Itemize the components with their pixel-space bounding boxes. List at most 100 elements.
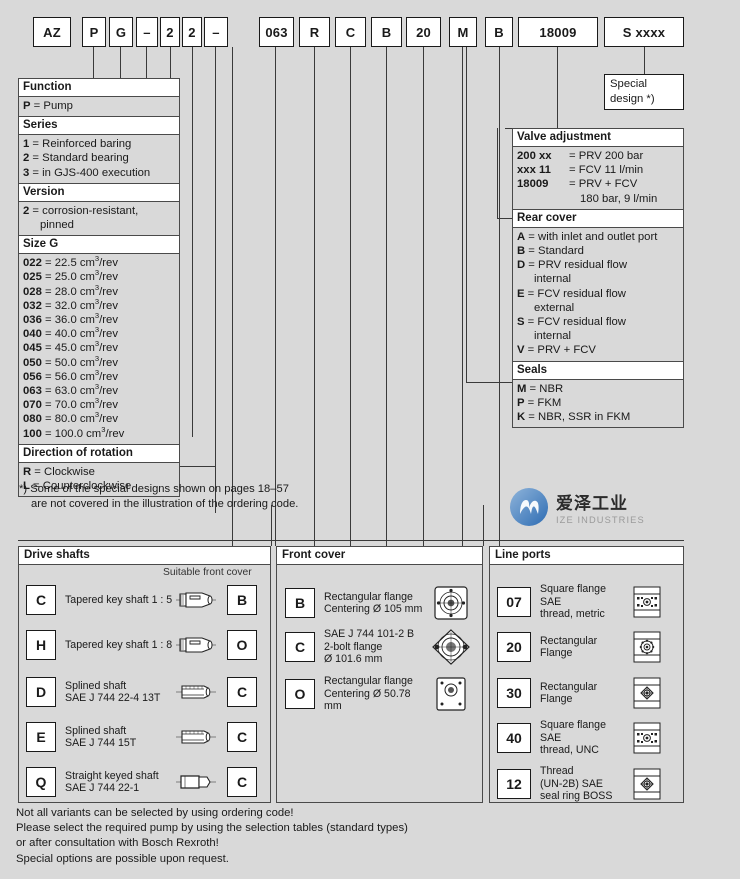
drive-shaft-label: Splined shaft SAE J 744 22-4 13T: [65, 680, 173, 705]
line-port-key-20[interactable]: 20: [497, 632, 531, 662]
spec-row-text: = 63.0 cm3/rev: [41, 382, 118, 398]
line-port-key-40[interactable]: 40: [497, 723, 531, 753]
front-cover-line1: Rectangular flange: [324, 675, 413, 688]
spec-row-text: = Standard: [525, 245, 584, 258]
drive-shaft-icon-wrap: [173, 681, 219, 703]
rect-flange-small-icon: [436, 677, 466, 711]
code-cell-M-5[interactable]: M: [449, 17, 477, 47]
front-cover-icon-wrap: [428, 628, 474, 666]
spec-row-text: = 100.0 cm3/rev: [41, 424, 125, 440]
connector-horizontal: [497, 218, 513, 220]
suitable-front-cover-C[interactable]: C: [227, 767, 257, 797]
drive-shaft-key-E[interactable]: E: [26, 722, 56, 752]
company-logo: 爱泽工业 IZE INDUSTRIES: [509, 487, 645, 527]
line-port-line1: Square flange SAE: [540, 583, 606, 608]
line-port-key-07[interactable]: 07: [497, 587, 531, 617]
spec-row: 2 = corrosion-resistant,: [23, 204, 175, 218]
spec-row-text: = corrosion-resistant,: [29, 204, 139, 217]
suitable-front-cover-O[interactable]: O: [227, 630, 257, 660]
code-cell-B-3[interactable]: B: [371, 17, 402, 47]
line-port-key-12[interactable]: 12: [497, 769, 531, 799]
footnote-line1: *) Some of the special designs shown on …: [19, 483, 289, 495]
front-cover-key-O[interactable]: O: [285, 679, 315, 709]
drive-shafts-title: Drive shafts: [19, 547, 270, 565]
code-cell-Sxxxxx-8[interactable]: S xxxx: [604, 17, 684, 47]
drive-shaft-key-C[interactable]: C: [26, 585, 56, 615]
drive-shaft-line1: Tapered key shaft 1 : 8: [65, 638, 173, 651]
front-cover-line1: Rectangular flange: [324, 590, 413, 603]
spec-row-text: = FCV residual flow: [524, 316, 626, 329]
series-body: 1 = Reinforced baring 2 = Standard bearin…: [19, 135, 179, 183]
front-cover-key-B[interactable]: B: [285, 588, 315, 618]
spec-row-text: = PRV residual flow: [525, 259, 627, 272]
connector-horizontal: [466, 382, 482, 384]
footnote: *) Some of the special designs shown on …: [19, 482, 369, 511]
spec-row: external: [534, 301, 575, 314]
suitable-front-cover-B[interactable]: B: [227, 585, 257, 615]
spec-row-text: = 56.0 cm3/rev: [41, 368, 118, 383]
rect-flange-icon: [434, 586, 468, 620]
drive-shaft-label: Straight keyed shaft SAE J 744 22-1: [65, 770, 173, 795]
spec-row: M = NBR: [517, 382, 679, 396]
spec-row-text: = PRV 200 bar: [569, 150, 644, 162]
spec-row-code: 036: [23, 314, 42, 327]
connector-vertical: [215, 47, 217, 513]
spec-row: 1 = Reinforced baring: [23, 137, 175, 151]
spec-row-text: = Pump: [30, 100, 73, 112]
spec-row: 200 xx = PRV 200 bar: [517, 149, 679, 163]
code-cell-18009-7[interactable]: 18009: [518, 17, 598, 47]
line-port-key-30[interactable]: 30: [497, 678, 531, 708]
spec-row-code: 045: [23, 342, 42, 355]
code-cell-R-1[interactable]: R: [299, 17, 330, 47]
spec-row-code: xxx 11: [517, 164, 551, 177]
drive-shaft-key-H[interactable]: H: [26, 630, 56, 660]
spec-row-text: = 70.0 cm3/rev: [41, 396, 118, 412]
drive-shaft-key-Q[interactable]: Q: [26, 767, 56, 797]
suitable-front-cover-C[interactable]: C: [227, 677, 257, 707]
code-cell-P-1[interactable]: P: [82, 17, 106, 47]
front-cover-row: B Rectangular flange Centering Ø 105 mm: [285, 583, 477, 623]
code-cell-2-4[interactable]: 2: [160, 17, 180, 47]
connector-vertical: [466, 47, 468, 382]
spec-row-code: D: [517, 259, 526, 272]
ize-logo-icon: [510, 488, 548, 526]
front-cover-icon-wrap: [428, 675, 474, 713]
footer-line3: or after consultation with Bosch Rexroth…: [16, 837, 219, 850]
spec-row-code: S: [517, 316, 525, 329]
spec-row: 3 = in GJS-400 execution: [23, 166, 175, 180]
spec-row: D = PRV residual flow: [517, 258, 679, 272]
code-cell-20-4[interactable]: 20: [406, 17, 441, 47]
line-port-label: Square flange SAE thread, metric: [540, 583, 630, 620]
code-cell-x-6[interactable]: –: [204, 17, 228, 47]
version-title: Version: [19, 182, 179, 202]
code-cell-x-3[interactable]: –: [136, 17, 158, 47]
spec-row-text: = 80.0 cm3/rev: [41, 410, 118, 426]
spec-row-code: 025: [23, 271, 42, 284]
spec-row-code: 070: [23, 399, 42, 412]
code-cell-AZ-0[interactable]: AZ: [33, 17, 71, 47]
spec-row-text: = 25.0 cm3/rev: [41, 268, 118, 284]
footer-line1: Not all variants can be selected by usin…: [16, 807, 294, 819]
code-cell-G-2[interactable]: G: [109, 17, 133, 47]
seals-body: M = NBR P = FKM K = NBR, SSR in FKM: [513, 380, 683, 428]
keyed-shaft-icon: [176, 775, 216, 789]
line-port-line1: Rectangular: [540, 634, 598, 647]
drive-shaft-key-D[interactable]: D: [26, 677, 56, 707]
front-cover-label: Rectangular flange Centering Ø 105 mm: [324, 591, 428, 616]
spec-row-code: K: [517, 411, 526, 424]
connector-vertical: [557, 47, 559, 128]
spec-row-code: R: [23, 465, 32, 478]
code-cell-063-0[interactable]: 063: [259, 17, 294, 47]
spec-row-code: 022: [23, 257, 42, 270]
size-g-body: 022 = 22.5 cm3/rev 025 = 25.0 cm3/rev 028 …: [19, 254, 179, 444]
spec-row-code: 18009: [517, 178, 549, 191]
special-design-box: Special design *): [604, 74, 684, 110]
code-cell-C-2[interactable]: C: [335, 17, 366, 47]
rect-flange-port2-icon: [633, 677, 661, 709]
code-cell-B-6[interactable]: B: [485, 17, 513, 47]
front-cover-key-C[interactable]: C: [285, 632, 315, 662]
line-port-icon-wrap: [630, 767, 664, 801]
line-port-icon-wrap: [630, 721, 664, 755]
suitable-front-cover-C[interactable]: C: [227, 722, 257, 752]
code-cell-2-5[interactable]: 2: [182, 17, 202, 47]
